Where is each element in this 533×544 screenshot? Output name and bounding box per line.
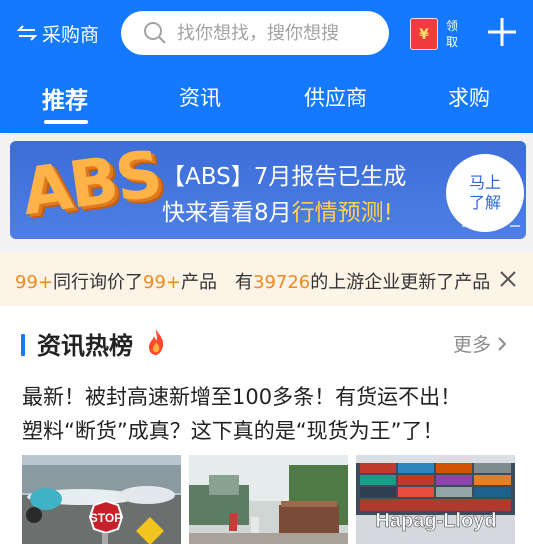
banner-cta-label: 马上了解	[468, 173, 501, 212]
more-link[interactable]: 更多	[453, 330, 509, 357]
activity-notice-bar[interactable]: 99+同行询价了99+产品 有39726的上游企业更新了产品	[0, 252, 533, 306]
shipping-containers-image: Hapag-Lloyd	[356, 455, 515, 544]
notice-count-inquiries: 99+	[15, 272, 53, 293]
promo-banner[interactable]: ABS 【ABS】7月报告已生成 快来看看8月行情预测! 马上了解	[10, 141, 526, 239]
tab-news[interactable]: 资讯	[179, 82, 221, 112]
news-headline[interactable]: 塑料“断货”成真？这下真的是“现货为王”了！	[22, 415, 522, 445]
airport-stop-sign-image: STOP	[22, 455, 181, 544]
news-thumbnail[interactable]: STOP	[22, 455, 181, 544]
truck-checkpoint-image	[189, 455, 348, 544]
notice-text: 99+同行询价了99+产品 有39726的上游企业更新了产品	[15, 268, 497, 294]
banner-page-dots	[462, 225, 520, 227]
red-packet-label: 领取	[446, 19, 459, 49]
stop-sign-text: STOP	[90, 511, 122, 525]
tab-purchase-requests[interactable]: 求购	[448, 82, 490, 112]
banner-title: 【ABS】7月报告已生成	[162, 164, 407, 190]
notice-count-products: 99+	[143, 272, 181, 293]
section-accent-bar	[21, 334, 25, 356]
notice-text-part3: 的上游企业更新了产品	[310, 272, 491, 293]
banner-subtitle: 快来看看8月行情预测!	[162, 193, 393, 227]
search-bar[interactable]	[121, 11, 389, 55]
more-label: 更多	[453, 334, 492, 356]
role-switch-label: 采购商	[42, 23, 100, 46]
chevron-right-icon	[498, 336, 507, 351]
search-icon	[144, 22, 166, 44]
red-envelope-icon: ¥	[410, 18, 438, 50]
role-switch-button[interactable]: 采购商	[16, 20, 99, 46]
notice-text-part1: 同行询价了	[53, 272, 143, 293]
tab-recommend[interactable]: 推荐	[42, 81, 88, 115]
notice-text-part2: 产品 有	[181, 272, 253, 293]
news-thumbnail[interactable]	[189, 455, 348, 544]
notice-count-suppliers: 39726	[253, 272, 311, 293]
category-tabs: 推荐 资讯 供应商 求购	[0, 76, 533, 126]
add-icon[interactable]	[484, 14, 520, 50]
top-bar: 采购商 ¥ 领取	[0, 0, 533, 66]
section-title: 资讯热榜	[37, 332, 133, 360]
banner-subtitle-prefix: 快来看看8月	[162, 200, 292, 226]
hapag-lloyd-text: Hapag-Lloyd	[375, 510, 496, 532]
yuan-symbol: ¥	[419, 27, 429, 43]
banner-subtitle-highlight: 行情预测!	[291, 200, 393, 226]
active-tab-indicator	[44, 120, 88, 124]
switch-arrows-icon	[16, 25, 38, 41]
hot-news-section: 资讯热榜 更多 最新！被封高速新增至100多条！有货运不出！ 塑料“断货”成真？…	[0, 306, 533, 544]
banner-learn-more-button[interactable]: 马上了解	[446, 154, 524, 232]
app-header: 采购商 ¥ 领取 推荐 资讯 供应商 求购	[0, 0, 533, 133]
tab-suppliers[interactable]: 供应商	[304, 82, 367, 112]
news-headline[interactable]: 最新！被封高速新增至100多条！有货运不出！	[22, 381, 522, 411]
search-input[interactable]	[177, 22, 387, 44]
news-thumbnail[interactable]: Hapag-Lloyd	[356, 455, 515, 544]
fire-icon	[149, 329, 164, 355]
close-icon[interactable]	[499, 270, 517, 288]
red-packet-button[interactable]: ¥ 领取	[410, 17, 468, 51]
banner-logo-text: ABS	[17, 141, 165, 231]
